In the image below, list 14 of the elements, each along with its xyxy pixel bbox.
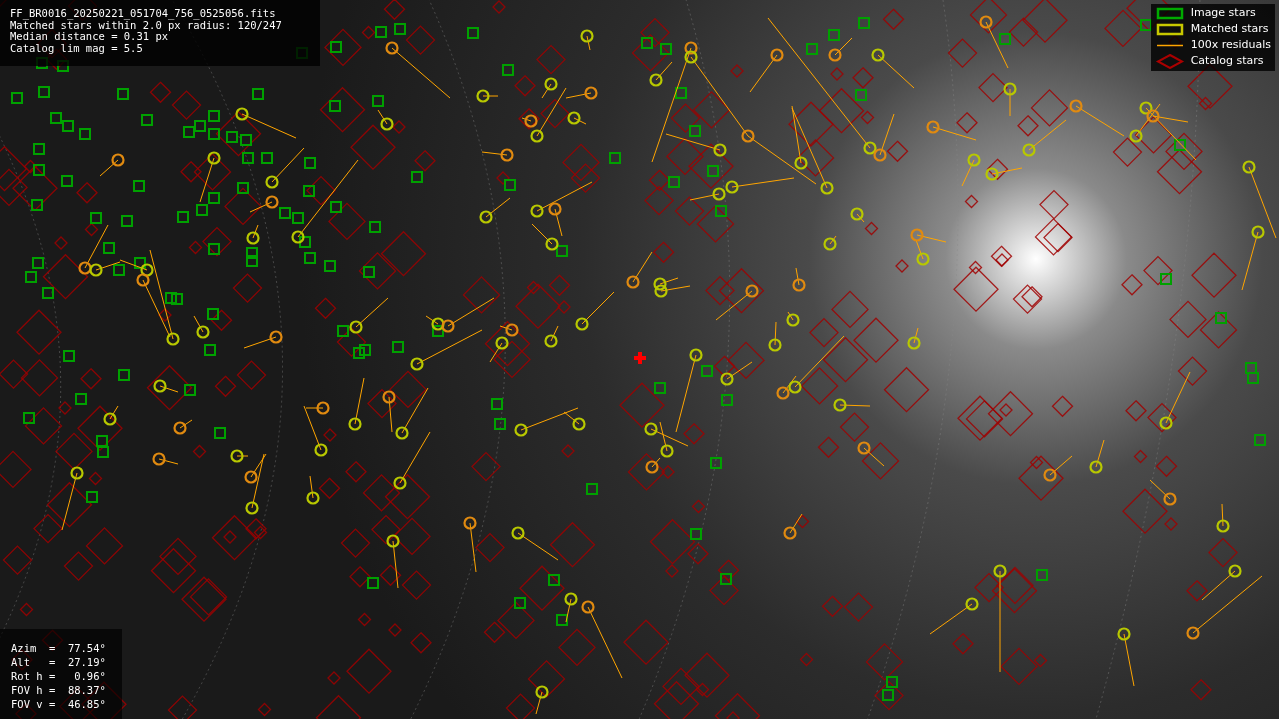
info-line: Catalog lim mag = 5.5 xyxy=(10,42,144,54)
legend-label: 100x residuals xyxy=(1190,37,1271,54)
info-line: FF_BR0016_20250221_051704_756_0525056.fits xyxy=(10,8,277,20)
info-line: Matched stars within 2.0 px radius: 120/247 xyxy=(10,19,283,31)
pointing-line: Alt = 27.19° xyxy=(11,655,107,669)
pointing-line: Rot h = 0.96° xyxy=(11,669,107,683)
legend-label: Image stars xyxy=(1190,5,1256,22)
legend-label: Catalog stars xyxy=(1190,53,1264,70)
pointing-line: FOV h = 88.37° xyxy=(11,683,107,697)
legend-label: Matched stars xyxy=(1190,21,1269,38)
plus-marker-icon xyxy=(634,352,646,364)
pointing-line: FOV v = 46.85° xyxy=(11,697,107,711)
pointing-line: Azim = 77.54° xyxy=(11,641,107,655)
info-line: Median distance = 0.31 px xyxy=(10,31,169,43)
